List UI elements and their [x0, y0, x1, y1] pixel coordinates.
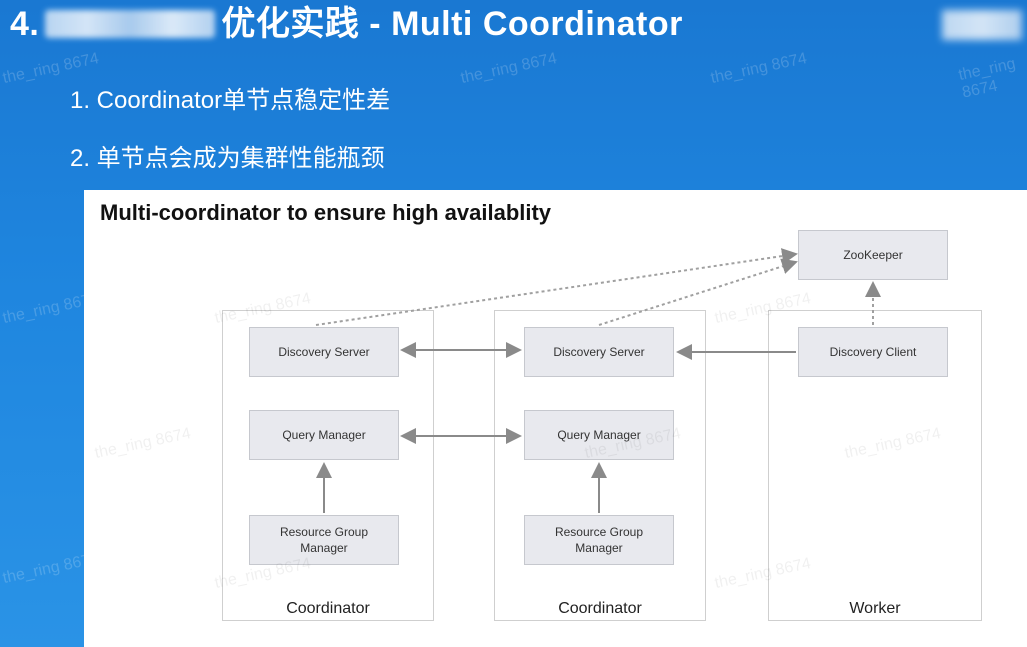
watermark: the_ring 8674: [709, 50, 809, 87]
dotted-ds2-zk: [598, 258, 798, 326]
bullet-2: 2. 单节点会成为集群性能瓶颈: [70, 145, 385, 172]
diagram-arrows: [315, 248, 881, 513]
bullet-1: 1. Coordinator单节点稳定性差: [70, 87, 391, 114]
title-prefix: 4.: [10, 5, 40, 43]
blurred-text: [45, 10, 216, 38]
title-suffix: 优化实践 - Multi Coordinator: [221, 5, 683, 43]
diagram-panel: Multi-coordinator to ensure high availab…: [84, 190, 1027, 647]
watermark: the_ring 8674: [459, 50, 559, 87]
dotted-ds1-zk: [315, 248, 798, 326]
blurred-logo: [942, 10, 1022, 40]
slide-title: 4. 优化实践 - Multi Coordinator: [10, 2, 683, 46]
watermark: the_ring 8674: [956, 55, 1018, 102]
